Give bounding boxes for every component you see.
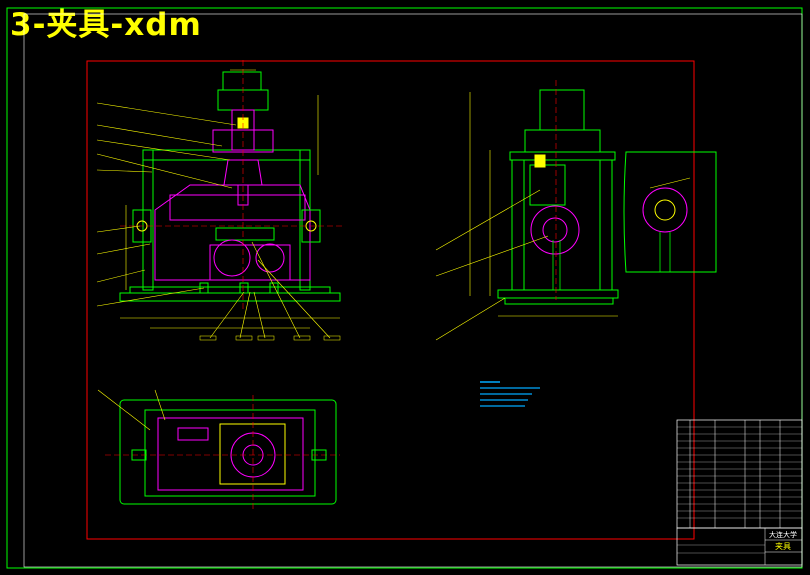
title-block-drawing-name: 夹具 — [775, 541, 791, 551]
drawing-area-border — [86, 60, 695, 540]
cad-drawing-canvas: 大连大学 夹具 — [6, 7, 803, 569]
title-block-school: 大连大学 — [769, 530, 797, 539]
detail-view — [623, 151, 717, 273]
technical-notes — [480, 381, 540, 407]
parts-list-table — [676, 419, 803, 529]
sheet-border — [23, 13, 803, 568]
side-view — [435, 80, 619, 341]
title-block: 大连大学 夹具 — [676, 527, 803, 566]
top-view — [97, 389, 340, 510]
front-view — [96, 60, 345, 341]
